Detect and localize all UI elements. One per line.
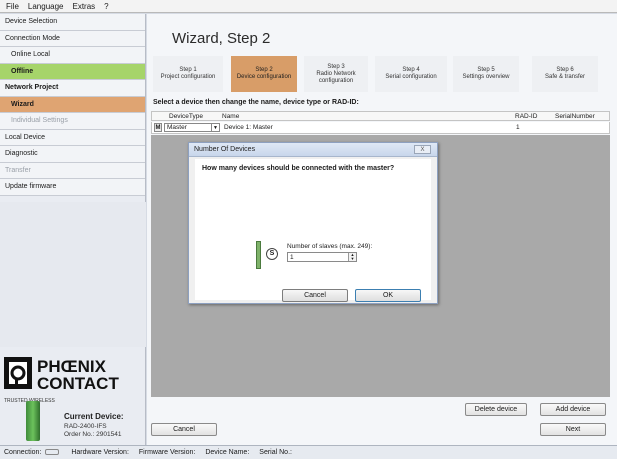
sidebar: Device Selection Connection Mode Online …	[0, 14, 146, 445]
sidebar-item-update-firmware[interactable]: Update firmware	[0, 179, 145, 196]
dialog-ok-button[interactable]: OK	[355, 289, 421, 302]
device-order-number: Order No.: 2901541	[64, 431, 122, 438]
slave-badge: S	[266, 248, 278, 260]
dialog-cancel-button[interactable]: Cancel	[282, 289, 348, 302]
add-device-button[interactable]: Add device	[540, 403, 606, 416]
step-2[interactable]: Step 2 Device configuration	[231, 56, 297, 92]
sidebar-empty-area	[0, 202, 146, 347]
step-4[interactable]: Step 4 Serial configuration	[375, 56, 447, 92]
step-desc: Radio Network	[316, 70, 356, 77]
spinner-arrows-icon[interactable]: ▲ ▼	[348, 253, 356, 261]
status-bar: Connection: Hardware Version: Firmware V…	[0, 445, 617, 459]
step-desc-2: configuration	[318, 77, 354, 84]
device-image	[26, 401, 40, 441]
sidebar-item-offline[interactable]: Offline	[0, 63, 145, 80]
step-1[interactable]: Step 1 Project configuration	[153, 56, 223, 92]
dialog-title: Number Of Devices	[194, 146, 256, 153]
status-hardware-version: Hardware Version:	[71, 449, 129, 456]
sidebar-item-individual-settings[interactable]: Individual Settings	[0, 113, 145, 130]
col-name[interactable]: Name	[222, 113, 239, 120]
device-type-value: Master	[167, 124, 187, 131]
select-instruction: Select a device then change the name, de…	[153, 99, 359, 106]
slave-count-input[interactable]: 1 ▲ ▼	[287, 252, 357, 262]
table-row[interactable]: M Master ▼ Device 1: Master 1	[151, 122, 610, 134]
current-device-box: TRUSTED WIRELESS Current Device: RAD-240…	[0, 395, 146, 445]
step-label: Step 1	[179, 67, 197, 73]
col-device-type[interactable]: DeviceType	[169, 113, 203, 120]
device-name-cell[interactable]: Device 1: Master	[224, 124, 273, 131]
menu-extras[interactable]: Extras	[72, 2, 95, 11]
sidebar-item-device-selection[interactable]: Device Selection	[0, 14, 145, 31]
step-6[interactable]: Step 6 Safe & transfer	[532, 56, 598, 92]
sidebar-item-local-device[interactable]: Local Device	[0, 129, 145, 146]
step-label: Step 4	[402, 67, 420, 73]
device-model: RAD-2400-IFS	[64, 423, 107, 430]
status-device-name: Device Name:	[205, 449, 250, 456]
sidebar-item-wizard[interactable]: Wizard	[0, 96, 145, 113]
delete-device-button[interactable]: Delete device	[465, 403, 527, 416]
step-label: Step 3	[327, 63, 345, 70]
step-desc: Safe & transfer	[544, 74, 586, 80]
rad-id-cell[interactable]: 1	[516, 124, 520, 131]
sidebar-item-diagnostic[interactable]: Diagnostic	[0, 146, 145, 163]
status-firmware-version: Firmware Version:	[138, 449, 196, 456]
logo-line2: CONTACT	[37, 374, 119, 393]
step-desc: Device configuration	[236, 74, 292, 80]
device-type-select[interactable]: Master ▼	[164, 123, 220, 132]
number-of-devices-dialog: Number Of Devices X How many devices sho…	[188, 142, 438, 304]
step-label: Step 2	[255, 67, 273, 73]
slave-device-icon	[256, 241, 261, 269]
page-title: Wizard, Step 2	[172, 30, 271, 47]
menu-file[interactable]: File	[6, 2, 19, 11]
device-table-header: DeviceType Name RAD-ID SerialNumber	[151, 111, 610, 121]
step-desc: Serial configuration	[385, 74, 437, 80]
chevron-down-icon[interactable]: ▼	[211, 124, 219, 132]
menu-help[interactable]: ?	[104, 2, 108, 11]
connection-plug-icon	[45, 449, 60, 456]
sidebar-item-online-local[interactable]: Online Local	[0, 47, 145, 64]
step-desc: Settings overview	[462, 74, 510, 80]
step-3[interactable]: Step 3 Radio Network configuration	[304, 56, 368, 92]
sidebar-item-connection-mode[interactable]: Connection Mode	[0, 30, 145, 47]
step-label: Step 5	[477, 67, 495, 73]
sidebar-item-network-project[interactable]: Network Project	[0, 80, 145, 97]
col-rad-id[interactable]: RAD-ID	[515, 113, 537, 120]
step-5[interactable]: Step 5 Settings overview	[453, 56, 519, 92]
master-badge: M	[154, 123, 162, 132]
current-device-label: Current Device:	[64, 412, 124, 421]
dialog-question: How many devices should be connected wit…	[202, 165, 395, 172]
slave-count-value: 1	[290, 254, 294, 261]
dialog-titlebar[interactable]: Number Of Devices X	[189, 143, 437, 157]
dialog-body: How many devices should be connected wit…	[195, 159, 431, 302]
col-serial-number[interactable]: SerialNumber	[555, 113, 595, 120]
status-serial-number: Serial No.:	[259, 449, 292, 456]
step-desc: Project configuration	[160, 74, 216, 80]
menu-language[interactable]: Language	[28, 2, 64, 11]
menu-bar: File Language Extras ?	[0, 0, 617, 13]
slave-count-label: Number of slaves (max. 249):	[287, 243, 373, 250]
step-label: Step 6	[556, 67, 574, 73]
status-connection-label: Connection:	[4, 449, 42, 456]
next-button[interactable]: Next	[540, 423, 606, 436]
sidebar-item-transfer[interactable]: Transfer	[0, 162, 145, 179]
close-icon[interactable]: X	[414, 145, 431, 154]
status-connection: Connection:	[4, 449, 61, 456]
phoenix-contact-logo: PHŒNIX CONTACT	[4, 357, 119, 393]
cancel-button[interactable]: Cancel	[151, 423, 217, 436]
